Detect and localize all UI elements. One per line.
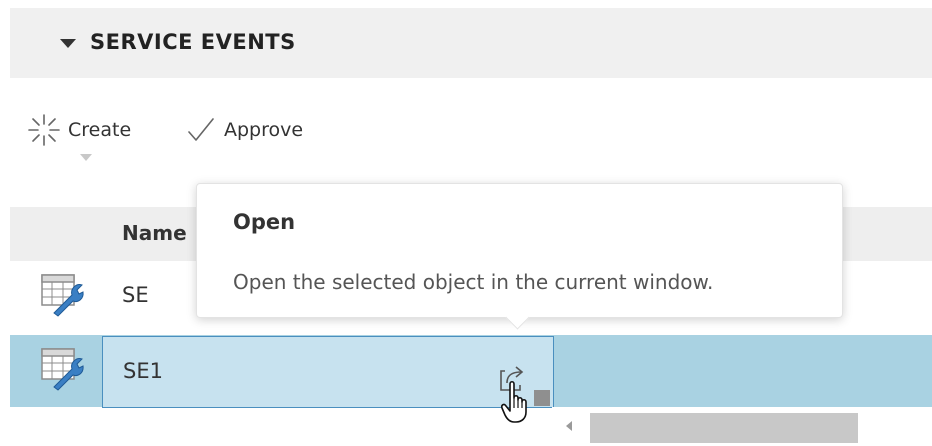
section-header[interactable]: SERVICE EVENTS: [10, 8, 932, 78]
section-title: SERVICE EVENTS: [90, 30, 296, 54]
hand-cursor-icon: [501, 380, 527, 423]
selected-cell[interactable]: SE1: [102, 336, 554, 408]
approve-label: Approve: [224, 119, 304, 141]
table-row-selected[interactable]: SE1: [10, 335, 932, 408]
tooltip-title: Open: [233, 210, 296, 234]
scroll-left-icon[interactable]: [566, 421, 572, 431]
table-wrench-icon: [41, 348, 84, 391]
create-dropdown-arrow-icon[interactable]: [80, 154, 92, 161]
column-header-name[interactable]: Name: [122, 221, 187, 245]
row-name: SE1: [123, 359, 163, 383]
check-icon: [188, 118, 214, 141]
collapse-caret-icon[interactable]: [60, 39, 76, 48]
horizontal-scrollbar[interactable]: [552, 407, 932, 446]
row-name: SE: [122, 283, 149, 307]
create-button[interactable]: Create: [26, 114, 131, 146]
sparkle-icon: [28, 114, 60, 146]
scrollbar-thumb[interactable]: [590, 413, 858, 443]
table-wrench-icon: [41, 274, 84, 317]
approve-button[interactable]: Approve: [186, 114, 303, 146]
resize-grip[interactable]: [534, 390, 550, 406]
tooltip-description: Open the selected object in the current …: [233, 270, 714, 294]
create-label: Create: [68, 119, 132, 141]
tooltip: Open Open the selected object in the cur…: [196, 183, 843, 330]
